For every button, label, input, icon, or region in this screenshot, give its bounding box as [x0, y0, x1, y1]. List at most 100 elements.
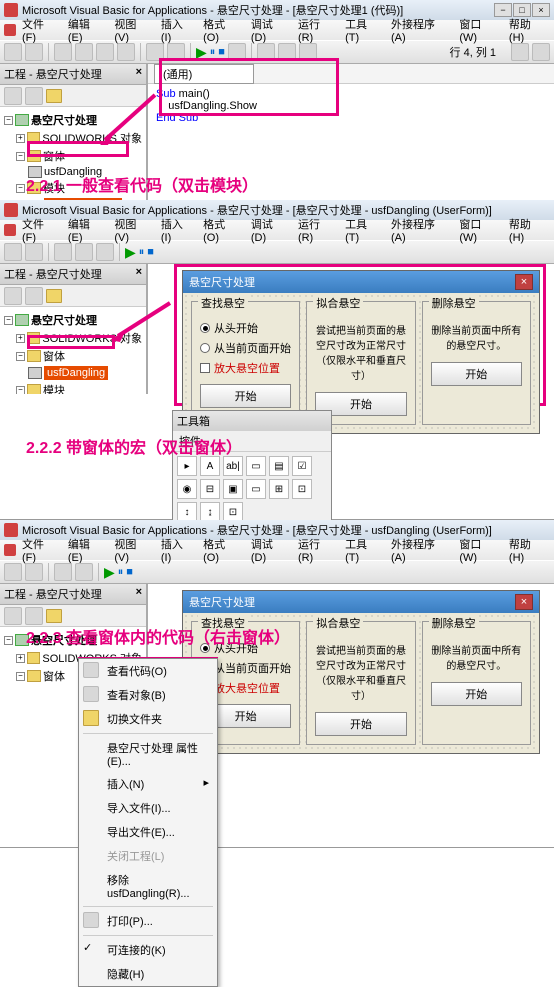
menu-help[interactable]: 帮助(H): [505, 14, 550, 46]
menu-window[interactable]: 窗口(W): [455, 14, 503, 46]
menu-tools[interactable]: 工具(T): [341, 14, 385, 46]
expand-icon[interactable]: −: [4, 116, 13, 125]
panel-close-icon[interactable]: ×: [136, 266, 142, 282]
menu-run[interactable]: 运行(R): [294, 214, 339, 246]
tool-1[interactable]: [4, 563, 22, 581]
tool-toggle[interactable]: ⊟: [200, 479, 220, 499]
run-icon[interactable]: ▶: [196, 44, 207, 61]
tool-x[interactable]: [511, 43, 529, 61]
tool-image[interactable]: ⊡: [223, 502, 243, 522]
tool-find[interactable]: [117, 43, 135, 61]
folder-icon[interactable]: [46, 89, 62, 103]
tool-4[interactable]: [75, 243, 93, 261]
ctx-remove[interactable]: 移除 usfDangling(R)...: [79, 868, 217, 904]
menu-view[interactable]: 视图(V): [110, 214, 155, 246]
tree-forms[interactable]: 窗体: [43, 148, 65, 164]
tool-1[interactable]: [4, 43, 22, 61]
tool-design[interactable]: [228, 43, 246, 61]
expand-icon[interactable]: −: [16, 152, 25, 161]
menu-addins[interactable]: 外接程序(A): [387, 214, 453, 246]
ctx-properties[interactable]: 悬空尺寸处理 属性(E)...: [79, 736, 217, 772]
expand-icon[interactable]: +: [16, 134, 25, 143]
stop-icon[interactable]: ■: [147, 246, 154, 258]
form-close-icon[interactable]: ×: [515, 594, 533, 610]
menu-help[interactable]: 帮助(H): [505, 534, 550, 566]
ctx-hide[interactable]: 隐藏(H): [79, 962, 217, 986]
menu-addins[interactable]: 外接程序(A): [387, 14, 453, 46]
tool-2[interactable]: [25, 563, 43, 581]
menu-debug[interactable]: 调试(D): [247, 14, 292, 46]
tree-root[interactable]: 悬空尺寸处理: [31, 112, 97, 128]
object-dropdown[interactable]: (通用): [154, 64, 254, 84]
tree-form1[interactable]: usfDangling: [44, 366, 108, 380]
menu-view[interactable]: 视图(V): [110, 534, 155, 566]
expand-icon[interactable]: +: [16, 334, 25, 343]
menu-debug[interactable]: 调试(D): [247, 534, 292, 566]
tool-frame[interactable]: ▣: [223, 479, 243, 499]
expand-icon[interactable]: −: [16, 386, 25, 395]
menu-file[interactable]: 文件(F): [18, 534, 62, 566]
pause-icon[interactable]: ⏸: [210, 46, 216, 59]
tool-b[interactable]: [278, 43, 296, 61]
tree-modules[interactable]: 模块: [43, 382, 65, 394]
menu-tools[interactable]: 工具(T): [341, 214, 385, 246]
tree-forms[interactable]: 窗体: [43, 348, 65, 364]
stop-icon[interactable]: ■: [126, 566, 133, 578]
tree-sw[interactable]: SOLIDWORKS 对象: [42, 130, 142, 146]
view-obj-icon[interactable]: [25, 287, 43, 305]
tree-sw[interactable]: SOLIDWORKS 对象: [42, 330, 142, 346]
menu-insert[interactable]: 插入(I): [157, 214, 197, 246]
ctx-print[interactable]: 打印(P)...: [79, 909, 217, 933]
tool-2[interactable]: [25, 243, 43, 261]
tool-4[interactable]: [75, 563, 93, 581]
menu-debug[interactable]: 调试(D): [247, 214, 292, 246]
tool-tab[interactable]: ⊞: [269, 479, 289, 499]
menu-insert[interactable]: 插入(I): [157, 534, 197, 566]
checkbox-zoom[interactable]: 放大悬空位置: [200, 358, 291, 378]
expand-icon[interactable]: −: [16, 672, 25, 681]
ctx-dockable[interactable]: ✓可连接的(K): [79, 938, 217, 962]
view-code-icon[interactable]: [4, 87, 22, 105]
tool-c[interactable]: [299, 43, 317, 61]
menu-edit[interactable]: 编辑(E): [64, 14, 109, 46]
tree-forms[interactable]: 窗体: [43, 668, 65, 684]
radio-from-start[interactable]: 从头开始: [200, 318, 291, 338]
menu-file[interactable]: 文件(F): [18, 214, 62, 246]
menu-tools[interactable]: 工具(T): [341, 534, 385, 566]
panel-close-icon[interactable]: ×: [136, 66, 142, 82]
tool-5[interactable]: [96, 243, 114, 261]
menu-run[interactable]: 运行(R): [294, 534, 339, 566]
tool-y[interactable]: [532, 43, 550, 61]
tool-multi[interactable]: ⊡: [292, 479, 312, 499]
project-tree[interactable]: −悬空尺寸处理 +SOLIDWORKS 对象 −窗体 usfDangling −…: [0, 307, 146, 394]
start-button-3[interactable]: 开始: [431, 362, 522, 386]
expand-icon[interactable]: −: [4, 316, 13, 325]
panel-close-icon[interactable]: ×: [136, 586, 142, 602]
ctx-insert[interactable]: 插入(N)▸: [79, 772, 217, 796]
menu-help[interactable]: 帮助(H): [505, 214, 550, 246]
form-designer[interactable]: 悬空尺寸处理 × 查找悬空 从头开始 从当前页面开始 放大悬空位置 开始 拟合悬…: [182, 590, 540, 754]
menu-addins[interactable]: 外接程序(A): [387, 534, 453, 566]
ctx-view-code[interactable]: 查看代码(O): [79, 659, 217, 683]
tool-copy[interactable]: [75, 43, 93, 61]
run-icon[interactable]: ▶: [125, 244, 136, 261]
menu-file[interactable]: 文件(F): [18, 14, 62, 46]
menu-format[interactable]: 格式(O): [199, 214, 245, 246]
radio-from-current[interactable]: 从当前页面开始: [200, 338, 291, 358]
menu-window[interactable]: 窗口(W): [455, 534, 503, 566]
menu-edit[interactable]: 编辑(E): [64, 214, 109, 246]
menu-edit[interactable]: 编辑(E): [64, 534, 109, 566]
tool-3[interactable]: [54, 243, 72, 261]
pause-icon[interactable]: ⏸: [118, 566, 124, 579]
tool-undo[interactable]: [146, 43, 164, 61]
expand-icon[interactable]: −: [4, 636, 13, 645]
tool-list[interactable]: ▤: [269, 456, 289, 476]
run-icon[interactable]: ▶: [104, 564, 115, 581]
ctx-view-object[interactable]: 查看对象(B): [79, 683, 217, 707]
tool-scroll[interactable]: ↕: [177, 502, 197, 522]
tree-root[interactable]: 悬空尺寸处理: [31, 312, 97, 328]
pause-icon[interactable]: ⏸: [139, 246, 145, 259]
view-code-icon[interactable]: [4, 287, 22, 305]
tool-a[interactable]: [257, 43, 275, 61]
start-button-3[interactable]: 开始: [431, 682, 522, 706]
